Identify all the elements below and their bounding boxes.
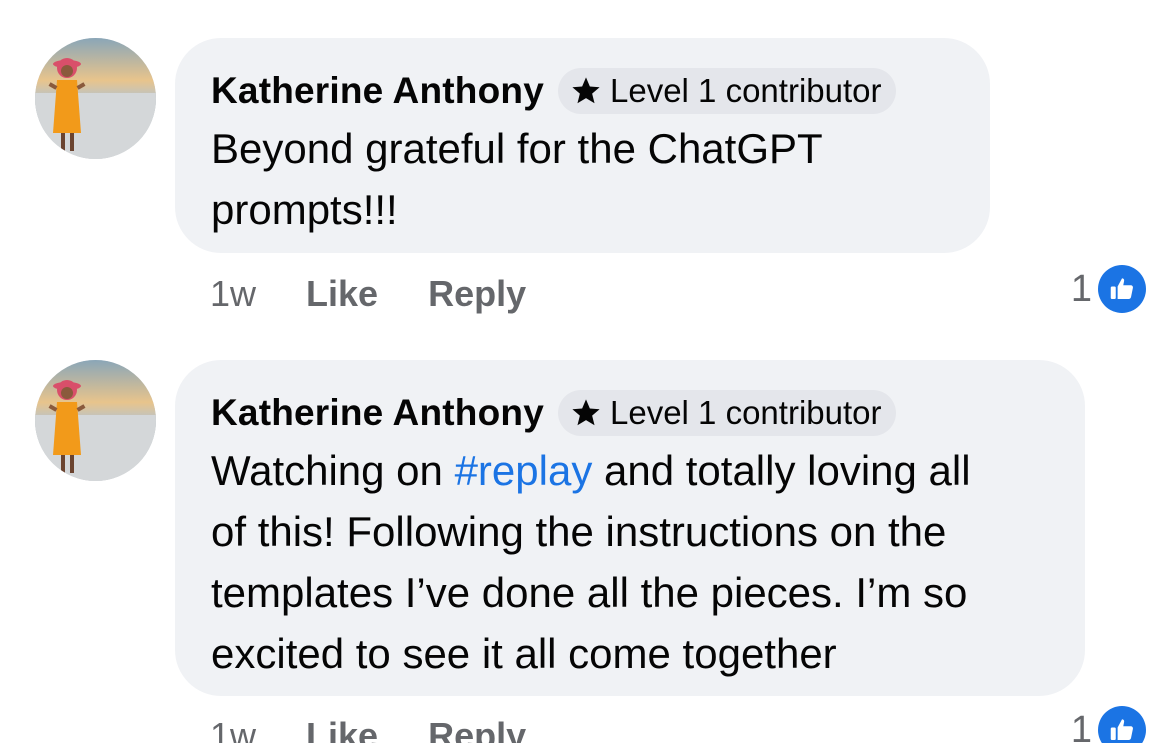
badge-label: Level 1 contributor — [610, 394, 882, 431]
comment-thread: Katherine Anthony Level 1 contributor Be… — [0, 0, 1170, 743]
star-icon — [572, 77, 600, 104]
comment-text-segment: Watching on — [211, 447, 455, 494]
avatar[interactable] — [35, 360, 156, 481]
reaction-summary[interactable]: 1 — [1071, 264, 1146, 314]
comment-text-segment: and totally loving all — [592, 447, 971, 494]
contributor-badge[interactable]: Level 1 contributor — [558, 68, 896, 114]
comment-text-line: Beyond grateful for the ChatGPT — [211, 125, 823, 172]
reaction-summary[interactable]: 1 — [1071, 705, 1146, 743]
comment-text-line: of this! Following the instructions on t… — [211, 508, 947, 555]
comment-text-line: prompts!!! — [211, 186, 398, 233]
comment-bubble: Katherine Anthony Level 1 contributor Wa… — [175, 360, 1085, 696]
timestamp[interactable]: 1w — [210, 715, 256, 743]
reaction-count: 1 — [1070, 708, 1092, 743]
avatar-photo — [35, 360, 156, 481]
reply-button[interactable]: Reply — [428, 273, 526, 315]
thumbs-up-icon — [1098, 706, 1146, 743]
contributor-badge[interactable]: Level 1 contributor — [558, 390, 896, 436]
reply-button[interactable]: Reply — [428, 715, 526, 743]
reaction-count: 1 — [1070, 267, 1092, 310]
author-name[interactable]: Katherine Anthony — [211, 392, 544, 434]
avatar-photo — [35, 38, 156, 159]
like-button[interactable]: Like — [306, 715, 378, 743]
comment-actions: 1w Like Reply — [210, 712, 576, 743]
hashtag-link[interactable]: #replay — [455, 447, 593, 494]
author-name[interactable]: Katherine Anthony — [211, 70, 544, 112]
badge-label: Level 1 contributor — [610, 72, 882, 109]
comment-text: Beyond grateful for the ChatGPT prompts!… — [211, 118, 954, 240]
comment-text-line: excited to see it all come together — [211, 630, 837, 677]
comment-text: Watching on #replay and totally loving a… — [211, 440, 1049, 684]
timestamp[interactable]: 1w — [210, 273, 256, 315]
comment-text-line: Watching on #replay and totally loving a… — [211, 440, 1049, 501]
comment-text-line: templates I’ve done all the pieces. I’m … — [211, 569, 968, 616]
avatar[interactable] — [35, 38, 156, 159]
star-icon — [572, 399, 600, 426]
comment-bubble: Katherine Anthony Level 1 contributor Be… — [175, 38, 990, 253]
thumbs-up-icon — [1098, 265, 1146, 313]
like-button[interactable]: Like — [306, 273, 378, 315]
comment-actions: 1w Like Reply — [210, 270, 576, 318]
